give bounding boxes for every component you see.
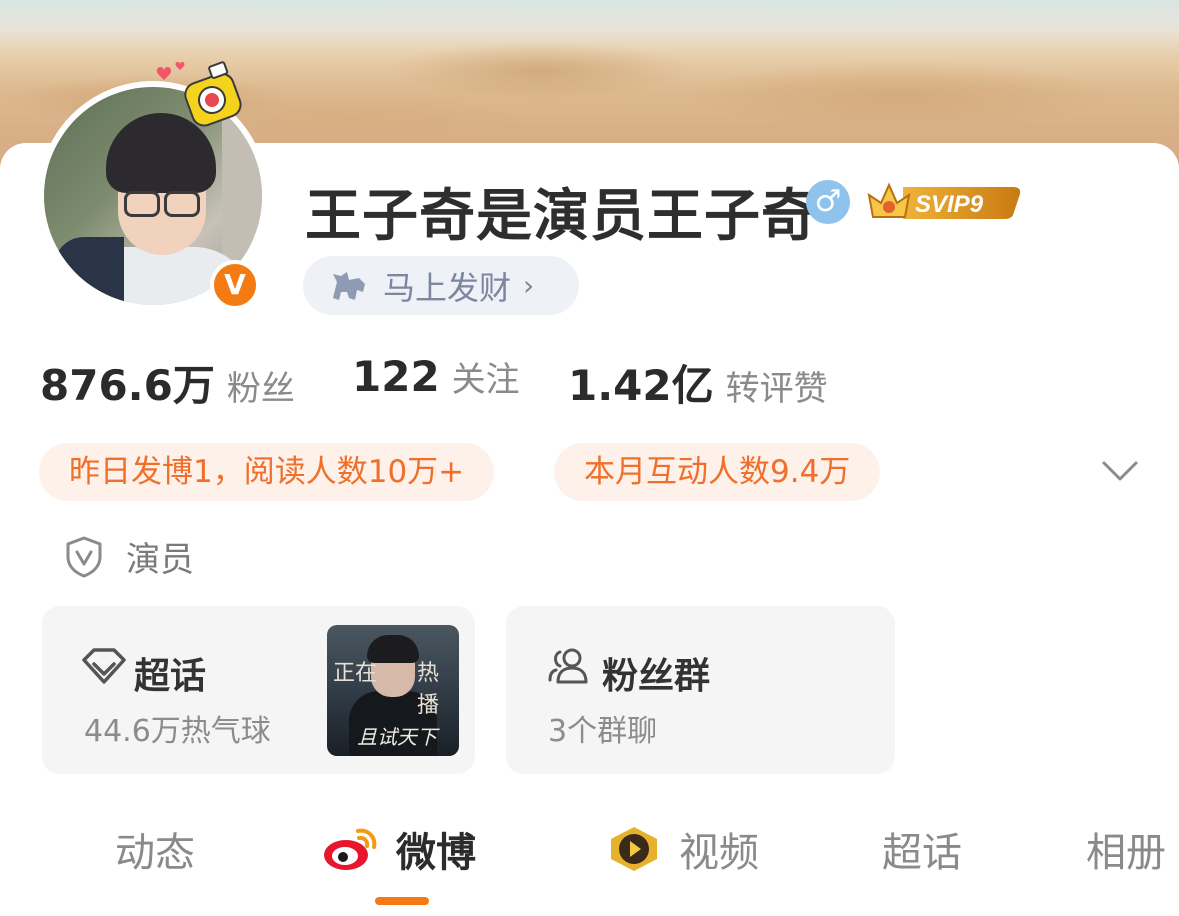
stat-value: 1.42亿 xyxy=(568,361,714,410)
chevron-right-icon: › xyxy=(523,269,535,302)
active-tab-indicator xyxy=(375,897,429,905)
stat-reposts-comments-likes[interactable]: 1.42亿 转评赞 xyxy=(568,352,828,413)
identity-tag: 演员 xyxy=(64,532,194,581)
tab-label: 动态 xyxy=(115,830,195,876)
supertopic-card[interactable]: 超话 44.6万热气球 正在 热播 且试天下 xyxy=(42,606,475,774)
poster-text: 且试天下 xyxy=(357,725,437,749)
tab-label: 超话 xyxy=(882,830,962,876)
horse-icon xyxy=(333,271,365,300)
identity-label: 演员 xyxy=(126,540,194,580)
profile-name: 王子奇是演员王子奇 xyxy=(305,184,818,249)
tab-video[interactable]: 视频 xyxy=(605,820,759,878)
tab-label: 微博 xyxy=(396,830,476,876)
stat-label: 粉丝 xyxy=(226,369,295,409)
svg-text:SVIP9: SVIP9 xyxy=(915,191,984,218)
shield-v-icon xyxy=(66,536,102,577)
group-icon xyxy=(548,648,588,684)
stat-followers[interactable]: 876.6万 粉丝 xyxy=(40,352,295,413)
svip-crown-badge[interactable]: SVIP9 xyxy=(863,175,1025,227)
stat-following[interactable]: 122 关注 xyxy=(352,352,520,401)
video-play-icon xyxy=(611,827,657,871)
tab-weibo[interactable]: 微博 xyxy=(322,820,476,878)
fan-group-card[interactable]: 粉丝群 3个群聊 xyxy=(506,606,895,774)
fortune-badge-button[interactable]: 马上发财 › xyxy=(303,256,579,315)
fan-group-subtitle: 3个群聊 xyxy=(548,714,658,749)
supertopic-poster-image[interactable]: 正在 热播 且试天下 xyxy=(327,625,459,756)
fan-group-title: 粉丝群 xyxy=(602,656,711,697)
poster-text: 热播 xyxy=(417,661,440,718)
verified-v-badge: V xyxy=(210,260,260,310)
avatar-pendant-camera-icon xyxy=(156,61,242,127)
diamond-icon xyxy=(82,648,126,684)
stat-label: 关注 xyxy=(451,360,520,400)
supertopic-title: 超话 xyxy=(134,656,207,697)
tab-feed[interactable]: 动态 xyxy=(115,820,195,878)
weibo-logo-icon xyxy=(324,828,377,870)
chevron-down-icon[interactable] xyxy=(1100,455,1140,485)
highlight-monthly-interactions[interactable]: 本月互动人数9.4万 xyxy=(554,443,881,501)
tab-album[interactable]: 相册 xyxy=(1086,820,1166,878)
highlight-yesterday-posts[interactable]: 昨日发博1，阅读人数10万+ xyxy=(39,443,495,501)
fortune-label: 马上发财 xyxy=(383,268,512,307)
stat-label: 转评赞 xyxy=(725,369,828,409)
stat-value: 876.6万 xyxy=(40,361,215,410)
gender-male-icon: ♂ xyxy=(806,180,850,224)
stat-value: 122 xyxy=(352,352,440,401)
tab-label: 视频 xyxy=(679,830,759,876)
poster-text: 正在 xyxy=(333,661,378,686)
tab-supertopic[interactable]: 超话 xyxy=(882,820,962,878)
tab-label: 相册 xyxy=(1086,830,1166,876)
supertopic-subtitle: 44.6万热气球 xyxy=(84,714,271,749)
